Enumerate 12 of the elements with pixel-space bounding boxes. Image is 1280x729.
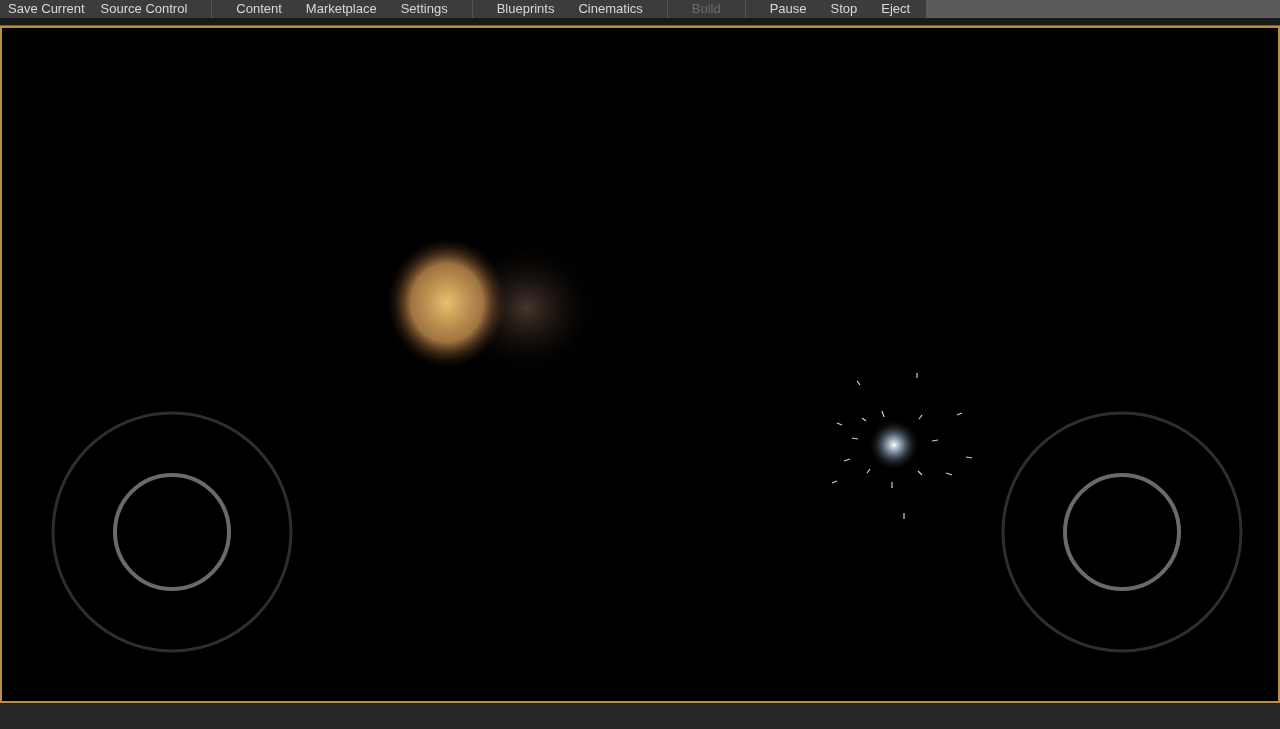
toolbar-button[interactable]: Marketplace: [301, 1, 381, 17]
toolbar-button[interactable]: Cinematics: [574, 1, 647, 17]
virtual-joystick[interactable]: [50, 410, 294, 654]
toolbar-button[interactable]: Content: [232, 1, 286, 17]
toolbar-button[interactable]: Source Control: [96, 1, 192, 17]
toolbar-button[interactable]: Pause: [765, 1, 811, 17]
toolbar-button[interactable]: Stop: [826, 1, 862, 17]
virtual-joystick[interactable]: [1000, 410, 1244, 654]
toolbar-button[interactable]: Blueprints: [492, 1, 559, 17]
toolbar-button[interactable]: Save Current: [4, 1, 89, 17]
toolbar-button[interactable]: Eject: [877, 1, 915, 17]
toolbar-button[interactable]: Settings: [396, 1, 452, 17]
